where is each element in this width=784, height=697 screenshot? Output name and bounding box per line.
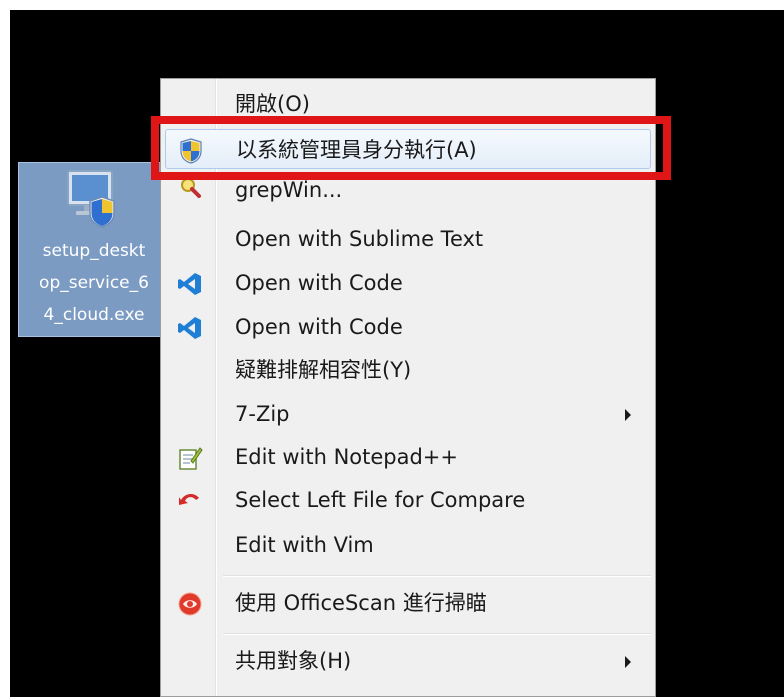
officescan-icon xyxy=(178,592,202,616)
menu-item-label: Open with Code xyxy=(235,315,403,339)
menu-item-share-with[interactable]: 共用對象(H) xyxy=(165,641,651,681)
submenu-arrow-icon xyxy=(625,409,631,421)
menu-item-label: 使用 OfficeScan 進行掃瞄 xyxy=(235,591,487,615)
menu-item-label: Select Left File for Compare xyxy=(235,488,526,512)
compare-arrow-icon xyxy=(179,494,199,505)
desktop-file-label: setup_deskt op_service_6 4_cloud.exe xyxy=(39,241,149,325)
menu-separator xyxy=(223,575,651,576)
menu-item-label: Open with Code xyxy=(235,271,403,295)
vscode-icon xyxy=(178,317,201,339)
submenu-arrow-icon xyxy=(625,656,631,668)
menu-item-label: 疑難排解相容性(Y) xyxy=(235,358,412,382)
menu-item-select-left-compare[interactable]: Select Left File for Compare xyxy=(165,480,651,520)
menu-item-troubleshoot-compatibility[interactable]: 疑難排解相容性(Y) xyxy=(165,350,651,390)
menu-item-label: Open with Sublime Text xyxy=(235,227,484,251)
menu-item-edit-vim[interactable]: Edit with Vim xyxy=(165,525,651,565)
menu-item-officescan[interactable]: 使用 OfficeScan 進行掃瞄 xyxy=(165,583,651,623)
annotation-highlight-box xyxy=(151,116,671,180)
menu-item-open-code-2[interactable]: Open with Code xyxy=(165,307,651,347)
menu-item-7zip[interactable]: 7-Zip xyxy=(165,394,651,434)
menu-item-label: Edit with Notepad++ xyxy=(235,445,459,469)
menu-item-label: 7-Zip xyxy=(235,402,290,426)
notepadpp-icon xyxy=(179,447,203,470)
desktop-file-icon[interactable]: setup_deskt op_service_6 4_cloud.exe xyxy=(18,162,168,337)
vscode-icon xyxy=(178,273,201,295)
menu-separator xyxy=(223,633,651,634)
menu-item-grepwin[interactable]: grepWin... xyxy=(165,176,651,216)
menu-item-edit-notepadpp[interactable]: Edit with Notepad++ xyxy=(165,437,651,477)
menu-item-label: Edit with Vim xyxy=(235,533,374,557)
menu-item-open-code-1[interactable]: Open with Code xyxy=(165,263,651,303)
menu-item-open-sublime[interactable]: Open with Sublime Text xyxy=(165,219,651,259)
installer-shield-icon xyxy=(67,170,115,228)
menu-item-label: 共用對象(H) xyxy=(235,649,352,673)
